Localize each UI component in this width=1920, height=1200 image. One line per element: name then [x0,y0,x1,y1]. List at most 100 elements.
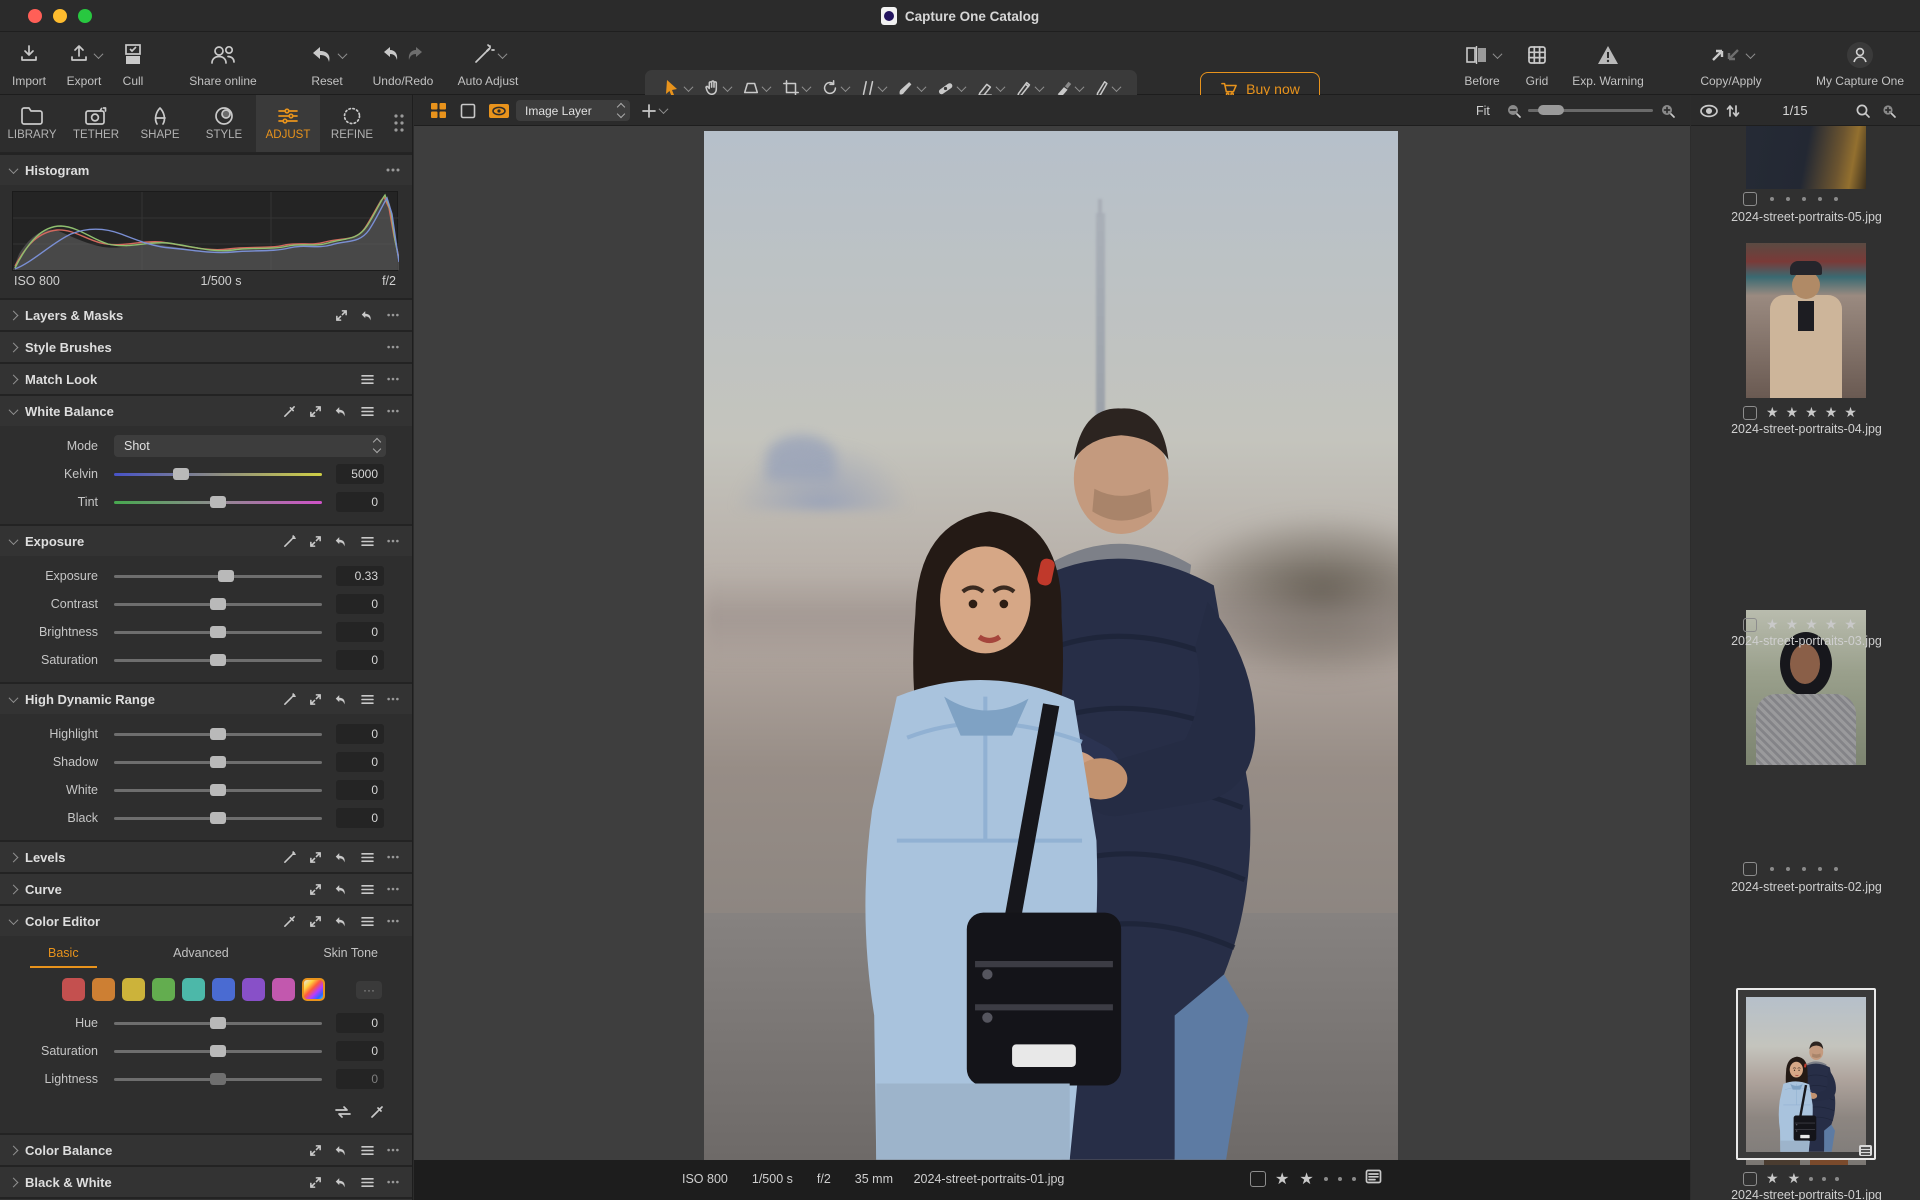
contrast-slider[interactable] [114,603,322,606]
thumb-rating-row[interactable] [1743,404,1871,422]
add-layer-chevron-icon[interactable] [659,104,669,114]
black-white-header[interactable]: Black & White [0,1167,412,1197]
swatch-aqua[interactable] [182,978,205,1001]
expand-chevron-icon[interactable] [9,884,19,894]
reset-panel-icon[interactable] [332,880,350,898]
contrast-slider-thumb[interactable] [210,598,226,610]
reset-button[interactable]: Reset [293,38,361,88]
panel-more-icon[interactable] [384,532,402,550]
pick-checkbox[interactable] [1743,1172,1757,1186]
eye-filter-icon[interactable] [1699,95,1719,126]
hue-slider-thumb[interactable] [210,1017,226,1029]
ce-saturation-value[interactable]: 0 [336,1041,384,1061]
expand-chevron-icon[interactable] [9,1177,19,1187]
thumb-filename[interactable]: 2024-street-portraits-03.jpg [1709,634,1904,648]
auto-wand-icon[interactable] [280,690,298,708]
wb-picker-icon[interactable] [280,402,298,420]
rating-stars[interactable] [1275,1169,1356,1189]
single-view-button[interactable] [460,95,476,126]
pick-checkbox[interactable] [1743,192,1757,206]
add-layer-button[interactable] [642,95,667,126]
grid-button[interactable]: Grid [1514,38,1560,88]
swatch-yellow[interactable] [122,978,145,1001]
panel-more-icon[interactable] [384,690,402,708]
white-value[interactable]: 0 [336,780,384,800]
collapse-chevron-icon[interactable] [9,164,19,174]
kelvin-value[interactable]: 5000 [336,464,384,484]
reset-panel-icon[interactable] [332,402,350,420]
expand-chevron-icon[interactable] [9,310,19,320]
reset-panel-icon[interactable] [332,848,350,866]
saturation-value[interactable]: 0 [336,650,384,670]
swatch-green[interactable] [152,978,175,1001]
brightness-value[interactable]: 0 [336,622,384,642]
lightness-slider[interactable] [114,1078,322,1081]
layer-selector[interactable]: Image Layer [516,95,630,126]
panel-menu-icon[interactable] [358,848,376,866]
reset-chevron-icon[interactable] [337,49,347,59]
ce-saturation-slider[interactable] [114,1050,322,1053]
expand-panel-icon[interactable] [306,402,324,420]
copy-apply-button[interactable]: Copy/Apply [1688,38,1774,88]
tint-slider[interactable] [114,501,322,504]
expand-panel-icon[interactable] [306,1141,324,1159]
star-icon[interactable] [1275,1169,1289,1189]
tab-refine[interactable]: REFINE [320,95,384,152]
wb-mode-select[interactable]: Shot [114,435,386,457]
ce-saturation-slider-thumb[interactable] [210,1045,226,1057]
hdr-header[interactable]: High Dynamic Range [0,684,412,714]
expand-panel-icon[interactable] [332,306,350,324]
highlight-slider-thumb[interactable] [210,728,226,740]
tab-basic[interactable]: Basic [44,938,83,968]
exposure-header[interactable]: Exposure [0,526,412,556]
panel-more-icon[interactable] [384,848,402,866]
thumbnail-street-portraits-05[interactable] [1746,126,1866,189]
white-slider-thumb[interactable] [210,784,226,796]
loupe-zoom-icon[interactable] [1881,95,1897,126]
panel-more-icon[interactable] [384,880,402,898]
thumb-rating-row[interactable] [1743,616,1871,634]
zoom-in-icon[interactable] [1660,95,1676,126]
copy-apply-chevron-icon[interactable] [1745,49,1755,59]
expand-chevron-icon[interactable] [9,1145,19,1155]
tab-skin-tone[interactable]: Skin Tone [319,938,382,968]
viewer-zoom-thumb[interactable] [1538,105,1564,115]
star-dot-icon[interactable] [1324,1177,1328,1181]
star-icon[interactable] [1299,1169,1313,1189]
black-slider-thumb[interactable] [210,812,226,824]
collapse-chevron-icon[interactable] [9,535,19,545]
black-value[interactable]: 0 [336,808,384,828]
match-look-header[interactable]: Match Look [0,364,412,394]
collapse-chevron-icon[interactable] [9,405,19,415]
auto-adjust-chevron-icon[interactable] [497,49,507,59]
histogram-more-icon[interactable] [384,161,402,179]
reset-panel-icon[interactable] [332,532,350,550]
tab-advanced[interactable]: Advanced [169,938,233,968]
black-slider[interactable] [114,817,322,820]
brightness-slider-thumb[interactable] [210,626,226,638]
swatch-blue[interactable] [212,978,235,1001]
swatch-more-button[interactable]: ··· [356,981,382,999]
thumbnail-street-portraits-01-selected[interactable] [1736,988,1876,1160]
add-color-picker-icon[interactable] [368,1103,386,1121]
swatch-orange[interactable] [92,978,115,1001]
before-chevron-icon[interactable] [1492,49,1502,59]
star-dot-icon[interactable] [1338,1177,1342,1181]
star-dot-icon[interactable] [1352,1177,1356,1181]
color-balance-header[interactable]: Color Balance [0,1135,412,1165]
panel-menu-icon[interactable] [358,370,376,388]
notes-icon[interactable] [1365,1169,1382,1189]
expand-panel-icon[interactable] [306,848,324,866]
panel-more-icon[interactable] [384,1173,402,1191]
tint-value[interactable]: 0 [336,492,384,512]
panel-more-icon[interactable] [384,1141,402,1159]
exposure-warning-button[interactable]: Exp. Warning [1562,38,1654,88]
reset-panel-icon[interactable] [332,912,350,930]
reset-panel-icon[interactable] [332,1141,350,1159]
panel-menu-icon[interactable] [358,1141,376,1159]
expand-panel-icon[interactable] [306,1173,324,1191]
before-button[interactable]: Before [1450,38,1514,88]
expand-panel-icon[interactable] [306,880,324,898]
expand-panel-icon[interactable] [306,532,324,550]
fit-zoom-label[interactable]: Fit [1476,95,1490,126]
